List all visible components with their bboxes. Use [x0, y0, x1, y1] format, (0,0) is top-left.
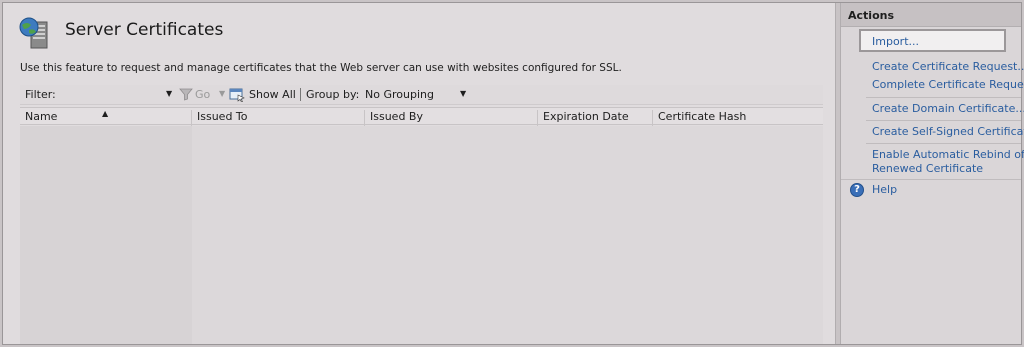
funnel-icon: [179, 88, 193, 101]
grid-header: Name ▲ Issued To Issued By Expiration Da…: [20, 107, 823, 126]
toolbar-separator: [300, 88, 301, 101]
main-panel: Server Certificates Use this feature to …: [3, 3, 835, 344]
actions-pane: Actions Import... Create Certificate Req…: [841, 3, 1024, 344]
list-area: [192, 126, 823, 344]
divider: [866, 143, 1021, 144]
go-dropdown-icon[interactable]: ▼: [219, 89, 225, 98]
column-header-name[interactable]: Name ▲: [20, 109, 192, 126]
divider: [841, 179, 1021, 180]
column-header-label: Issued By: [370, 110, 423, 123]
column-header-expiration-date[interactable]: Expiration Date: [538, 110, 653, 126]
group-by-label: Group by:: [306, 88, 360, 101]
help-icon[interactable]: ?: [850, 183, 864, 197]
actions-title: Actions: [848, 9, 894, 22]
page-title: Server Certificates: [65, 20, 224, 40]
column-header-label: Issued To: [197, 110, 248, 123]
divider: [866, 120, 1021, 121]
group-by-select[interactable]: No Grouping: [365, 88, 434, 101]
column-header-label: Expiration Date: [543, 110, 629, 123]
server-certificates-icon: [19, 17, 48, 49]
window: Server Certificates Use this feature to …: [2, 2, 1024, 345]
enable-automatic-rebind-link[interactable]: Enable Automatic Rebind of: [872, 148, 1024, 162]
group-by-dropdown-icon[interactable]: ▼: [460, 89, 466, 98]
filter-toolbar: Filter: ▼ Go ▼ Show All Group by: No Gro…: [20, 85, 823, 105]
create-domain-certificate-link[interactable]: Create Domain Certificate...: [872, 102, 1024, 116]
show-all-icon[interactable]: [229, 87, 245, 102]
import-link[interactable]: Import...: [872, 35, 919, 48]
filter-label: Filter:: [25, 88, 56, 101]
sorted-column-shade: [20, 126, 192, 344]
column-header-label: Name: [25, 110, 58, 123]
column-header-label: Certificate Hash: [658, 110, 747, 123]
certificates-list[interactable]: [20, 126, 823, 344]
help-link[interactable]: Help: [872, 183, 897, 197]
actions-header: Actions: [841, 3, 1021, 27]
import-action[interactable]: Import...: [859, 29, 1006, 52]
page-description: Use this feature to request and manage c…: [20, 62, 622, 74]
complete-certificate-request-link[interactable]: Complete Certificate Request...: [872, 78, 1024, 92]
enable-automatic-rebind-link-line2[interactable]: Renewed Certificate: [872, 162, 983, 176]
create-self-signed-certificate-link[interactable]: Create Self-Signed Certificate...: [872, 125, 1024, 139]
create-certificate-request-link[interactable]: Create Certificate Request...: [872, 60, 1024, 74]
go-button[interactable]: Go: [195, 88, 210, 101]
filter-dropdown-icon[interactable]: ▼: [166, 89, 172, 98]
show-all-button[interactable]: Show All: [249, 88, 296, 101]
column-header-certificate-hash[interactable]: Certificate Hash: [653, 110, 823, 126]
divider: [866, 97, 1021, 98]
column-header-issued-to[interactable]: Issued To: [192, 110, 365, 126]
column-header-issued-by[interactable]: Issued By: [365, 110, 538, 126]
sort-ascending-icon: ▲: [102, 109, 109, 118]
